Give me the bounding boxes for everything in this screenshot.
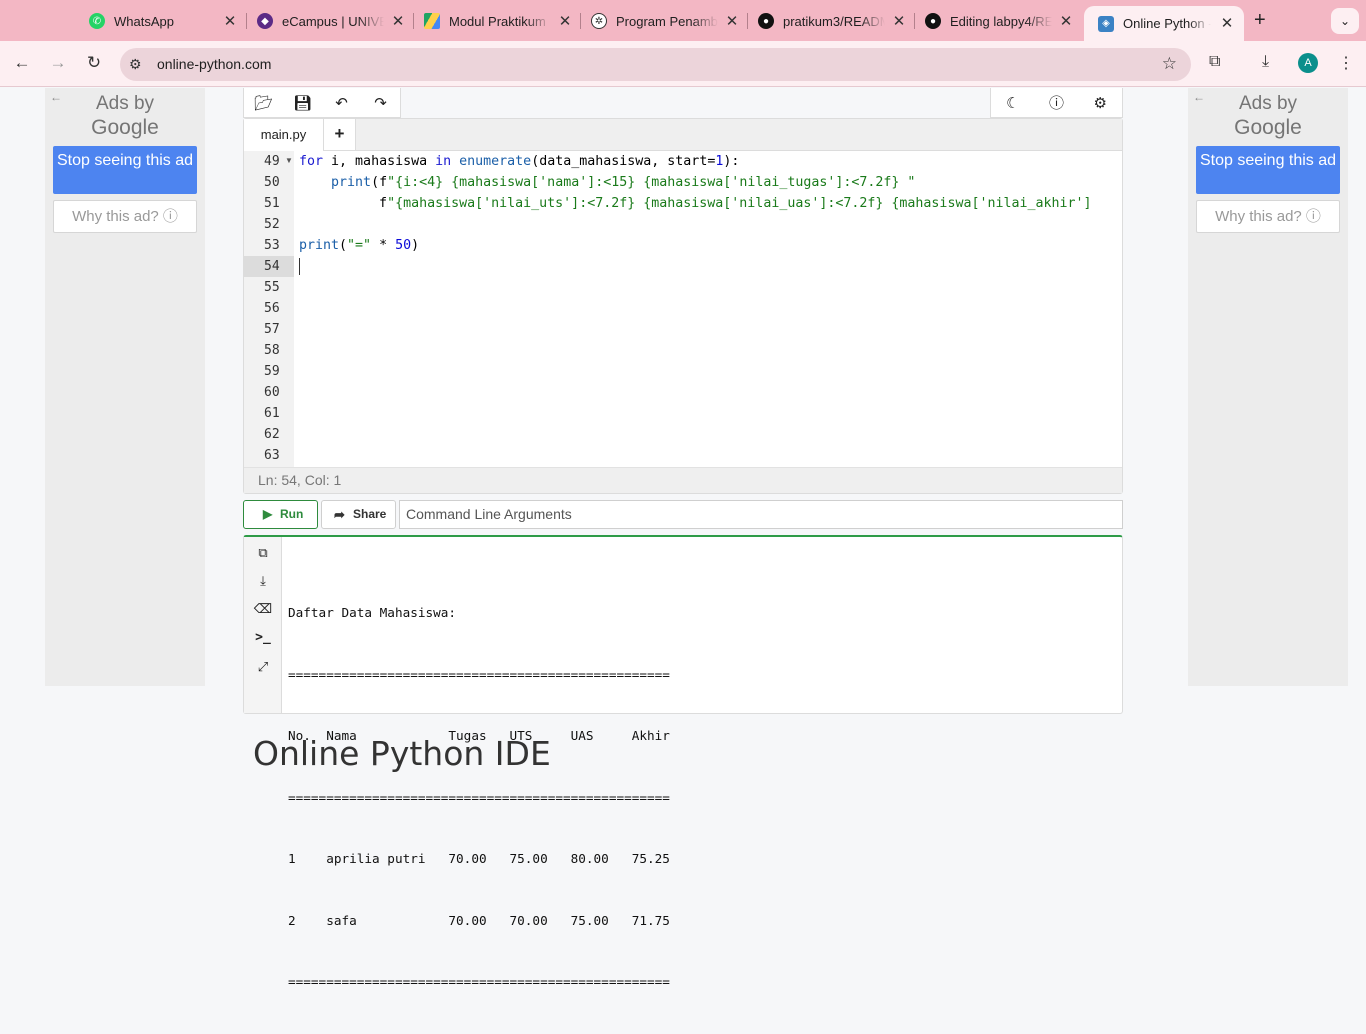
github-icon: ●	[758, 13, 774, 29]
ads-by-google: Ads by Google	[1234, 93, 1302, 139]
back-icon[interactable]: ←	[10, 53, 34, 73]
close-tab-icon[interactable]: ✕	[389, 12, 407, 30]
line-number: 53	[264, 238, 280, 253]
download-output-icon[interactable]: ⤓	[244, 573, 282, 589]
forward-icon[interactable]: →	[46, 53, 70, 73]
undo-icon[interactable]: ↶	[322, 88, 361, 117]
browser-toolbar: ← → ↻ ⚙ online-python.com ☆ ⧉ ⤓ ⋮	[0, 41, 1366, 87]
line-number: 51	[264, 196, 280, 211]
share-arrow-icon: ➦	[334, 507, 345, 522]
dark-mode-moon-icon[interactable]: ☾	[991, 88, 1035, 117]
line-number: 62	[264, 427, 280, 442]
stop-seeing-ad-button[interactable]: Stop seeing this ad	[1196, 146, 1340, 194]
add-file-button[interactable]: +	[324, 119, 356, 150]
tab-search-chevron-icon[interactable]: ⌄	[1331, 8, 1359, 34]
code-line: print(f"{i:<4} {mahasiswa['nama']:<15} {…	[331, 175, 916, 190]
line-number: 63	[264, 448, 280, 463]
bookmark-star-icon[interactable]: ☆	[1162, 54, 1177, 74]
url-text[interactable]: online-python.com	[157, 56, 271, 72]
close-tab-icon[interactable]: ✕	[890, 12, 908, 30]
address-bar[interactable]: ⚙ online-python.com ☆	[120, 48, 1191, 81]
stop-seeing-ad-button[interactable]: Stop seeing this ad	[53, 146, 197, 194]
command-line-arguments-input[interactable]: Command Line Arguments	[399, 500, 1123, 529]
cursor-position-status: Ln: 54, Col: 1	[244, 467, 1122, 493]
line-number: 59	[264, 364, 280, 379]
copy-icon[interactable]: ⧉	[244, 545, 282, 561]
browser-tab-strip: ✆ WhatsApp ✕ ◆ eCampus | UNIVERSITAS ✕ M…	[0, 0, 1366, 41]
line-number: 58	[264, 343, 280, 358]
tab-editing-labpy4[interactable]: ● Editing labpy4/README ✕	[925, 7, 1075, 35]
tab-pratikum3[interactable]: ● pratikum3/README ✕	[758, 7, 908, 35]
close-tab-icon[interactable]: ✕	[723, 12, 741, 30]
save-icon[interactable]: 💾︎	[283, 88, 322, 117]
tab-modul-praktikum[interactable]: Modul Praktikum ✕	[424, 7, 574, 35]
play-icon: ▶	[263, 507, 273, 521]
line-number: 50	[264, 175, 280, 190]
output-text: Daftar Data Mahasiswa: =================…	[288, 605, 670, 989]
tab-online-python[interactable]: ◈ Online Python - IDE ✕	[1084, 6, 1244, 41]
text-cursor	[299, 258, 300, 275]
line-number: 60	[264, 385, 280, 400]
run-button[interactable]: ▶ Run	[243, 500, 318, 529]
close-tab-icon[interactable]: ✕	[221, 12, 239, 30]
redo-icon[interactable]: ↷	[361, 88, 400, 117]
whatsapp-icon: ✆	[89, 13, 105, 29]
fold-arrow-icon[interactable]: ▼	[285, 156, 293, 165]
code-line: f"{mahasiswa['nilai_uts']:<7.2f} {mahasi…	[299, 196, 1092, 211]
info-icon[interactable]: ⓘ	[1035, 88, 1079, 117]
file-tabs: main.py +	[244, 119, 1122, 151]
google-drive-icon	[424, 13, 440, 29]
settings-toolbar: ☾ ⓘ ⚙	[990, 88, 1123, 118]
line-number: 55	[264, 280, 280, 295]
code-line: for i, mahasiswa in enumerate(data_mahas…	[299, 154, 740, 169]
output-toolbar: ⧉ ⤓ ⌫ >_ ⤢	[244, 537, 282, 713]
code-area[interactable]: for i, mahasiswa in enumerate(data_mahas…	[299, 151, 1122, 467]
page-title: Online Python IDE	[253, 734, 551, 773]
tab-whatsapp[interactable]: ✆ WhatsApp ✕	[89, 7, 239, 35]
github-icon: ●	[925, 13, 941, 29]
line-number: 54	[244, 256, 294, 277]
settings-gears-icon[interactable]: ⚙	[1078, 88, 1122, 117]
profile-avatar[interactable]: A	[1298, 53, 1318, 73]
line-number-gutter: 49 ▼ 50 51 52 53 54 55 56 57 58 59 60 61…	[244, 151, 294, 467]
extensions-icon[interactable]: ⧉	[1209, 53, 1220, 71]
why-this-ad-button[interactable]: Why this ad? ⓘ	[1196, 200, 1340, 233]
code-editor: main.py + 49 ▼ 50 51 52 53 54 55 56 57 5…	[243, 118, 1123, 494]
line-number: 56	[264, 301, 280, 316]
ecampus-icon: ◆	[257, 13, 273, 29]
code-line: print("=" * 50)	[299, 238, 420, 253]
new-tab-icon[interactable]: +	[1254, 9, 1266, 32]
download-icon[interactable]: ⤓	[1262, 53, 1269, 71]
open-folder-icon[interactable]: 📂︎	[244, 88, 283, 117]
left-ad: ← Ads by Google Stop seeing this ad Why …	[45, 88, 205, 686]
right-ad: ← Ads by Google Stop seeing this ad Why …	[1188, 88, 1348, 686]
online-python-icon: ◈	[1098, 15, 1114, 32]
menu-kebab-icon[interactable]: ⋮	[1338, 53, 1354, 73]
reload-icon[interactable]: ↻	[82, 53, 106, 73]
terminal-icon[interactable]: >_	[244, 630, 282, 645]
close-tab-icon[interactable]: ✕	[1057, 12, 1075, 30]
close-tab-icon[interactable]: ✕	[1218, 14, 1236, 32]
ads-by-google: Ads by Google	[91, 93, 159, 139]
site-info-icon[interactable]: ⚙	[129, 56, 142, 73]
why-this-ad-button[interactable]: Why this ad? ⓘ	[53, 200, 197, 233]
expand-icon[interactable]: ⤢	[244, 659, 282, 675]
line-number: 52	[264, 217, 280, 232]
line-number: 57	[264, 322, 280, 337]
tab-program-penambahan[interactable]: ✲ Program Penambahan ✕	[591, 7, 741, 35]
openai-icon: ✲	[591, 13, 607, 29]
output-console: ⧉ ⤓ ⌫ >_ ⤢ Daftar Data Mahasiswa: ======…	[243, 535, 1123, 989]
line-number: 61	[264, 406, 280, 421]
share-button[interactable]: ➦ Share	[321, 500, 396, 529]
clear-eraser-icon[interactable]: ⌫	[244, 601, 282, 617]
file-toolbar: 📂︎ 💾︎ ↶ ↷	[243, 88, 401, 118]
tab-ecampus[interactable]: ◆ eCampus | UNIVERSITAS ✕	[257, 7, 407, 35]
file-tab-main-py[interactable]: main.py	[244, 119, 324, 151]
close-tab-icon[interactable]: ✕	[556, 12, 574, 30]
